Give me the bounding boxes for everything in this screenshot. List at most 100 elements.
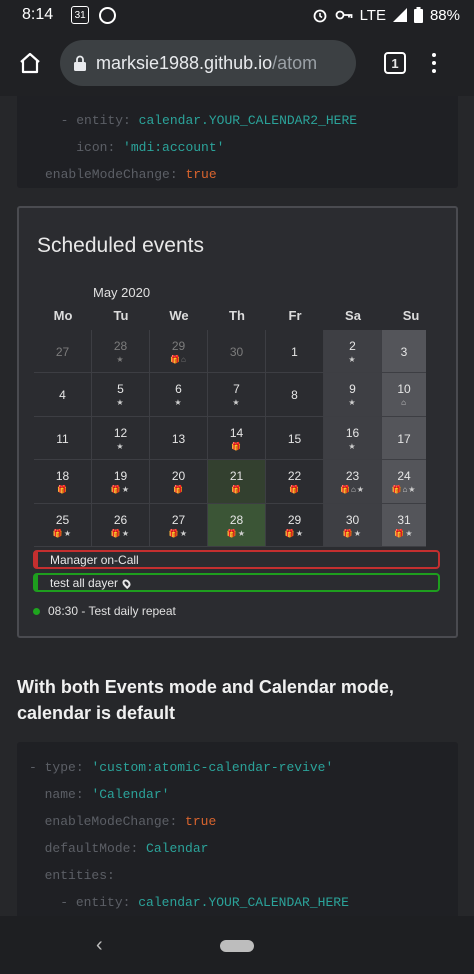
calendar-day-cell[interactable]: 24 🎁⌂★	[382, 460, 426, 504]
address-bar[interactable]: marksie1988.github.io/atom	[60, 40, 356, 86]
event-test-all-dayer[interactable]: test all dayer	[33, 573, 440, 592]
vpn-key-icon	[335, 10, 352, 20]
calendar-day-cell[interactable]: 16 ★	[324, 416, 382, 461]
event-icons: ★	[348, 398, 357, 408]
calendar-day-cell[interactable]: 18 🎁	[34, 460, 92, 504]
event-daily-repeat[interactable]: 08:30 - Test daily repeat	[33, 604, 176, 618]
calendar-day-cell[interactable]: 19 🎁★	[92, 460, 150, 504]
day-number: 28	[229, 512, 244, 527]
calendar-day-cell[interactable]: 5 ★	[92, 373, 150, 417]
calendar-day-cell[interactable]: 30	[208, 330, 266, 374]
calendar-day-cell[interactable]: 2 ★	[324, 330, 382, 374]
day-number: 30	[345, 512, 360, 527]
event-icons: 🎁★	[342, 528, 363, 538]
calendar-day-cell[interactable]: 12 ★	[92, 416, 150, 461]
event-icons: ★	[174, 398, 183, 408]
event-dot	[33, 607, 40, 615]
calendar-day-cell[interactable]: 28 ★	[92, 330, 150, 374]
overflow-menu-button[interactable]	[432, 53, 436, 73]
event-icons: ★	[116, 355, 125, 364]
day-number: 24	[397, 469, 411, 484]
system-nav-bar: ‹	[0, 916, 474, 974]
calendar-day-cell[interactable]: 14 🎁	[208, 416, 266, 461]
event-icons: 🎁	[231, 441, 242, 451]
code-line: enableModeChange: true	[45, 167, 217, 182]
calendar-day-cell[interactable]: 8	[266, 373, 324, 417]
day-number: 6	[175, 382, 182, 397]
code-block-bottom: - type: 'custom:atomic-calendar-revive' …	[17, 742, 458, 916]
calendar-day-cell[interactable]: 1	[266, 330, 324, 374]
event-icons: ★	[232, 398, 241, 408]
calendar-card: Scheduled events May 2020 Mo Tu We Th Fr Sa Su…	[17, 206, 458, 638]
day-number: 5	[117, 382, 124, 397]
url-domain: marksie1988.github.io	[96, 52, 273, 73]
calendar-day-cell[interactable]: 15	[266, 416, 324, 461]
calendar-day-cell[interactable]: 4	[34, 373, 92, 417]
day-number: 25	[55, 512, 70, 527]
month-label[interactable]: May 2020	[93, 285, 150, 300]
day-number: 21	[229, 469, 244, 484]
event-icons: 🎁	[289, 485, 300, 495]
event-icons: 🎁	[57, 485, 68, 495]
status-bar: 8:14 31 LTE 88%	[0, 0, 474, 30]
tab-switcher-button[interactable]: 1	[384, 52, 406, 74]
event-icons: ★	[348, 355, 357, 364]
event-icons: ★	[116, 441, 125, 451]
event-title: 08:30 - Test daily repeat	[48, 604, 176, 618]
calendar-day-cell[interactable]: 17	[382, 416, 426, 461]
calendar-day-cell[interactable]: 30 🎁★	[324, 503, 382, 547]
event-icons: 🎁⌂	[170, 355, 187, 364]
network-type: LTE	[359, 6, 386, 24]
day-number: 11	[56, 431, 69, 446]
weekday-header: Sa	[345, 308, 361, 323]
calendar-day-cell[interactable]: 6 ★	[150, 373, 208, 417]
calendar-day-cell[interactable]: 23 🎁⌂★	[324, 460, 382, 504]
calendar-day-cell[interactable]: 13	[150, 416, 208, 461]
event-icons: 🎁★	[226, 528, 247, 538]
calendar-day-cell[interactable]: 27 🎁★	[150, 503, 208, 547]
calendar-day-cell[interactable]: 9 ★	[324, 373, 382, 417]
battery-percent: 88%	[429, 6, 460, 24]
day-number: 30	[229, 345, 244, 359]
app-notification-icon	[99, 6, 117, 24]
day-number: 7	[233, 382, 240, 397]
day-number: 26	[113, 512, 128, 527]
calendar-day-cell[interactable]: 20 🎁	[150, 460, 208, 504]
code-line: icon: 'mdi:account'	[76, 140, 225, 155]
page-content: - entity: calendar.YOUR_CALENDAR2_HERE i…	[0, 96, 474, 916]
calendar-day-cell[interactable]: 29 🎁⌂	[150, 330, 208, 374]
calendar-day-cell[interactable]: 28 🎁★	[208, 503, 266, 547]
weekday-header: Th	[229, 308, 245, 323]
calendar-day-cell[interactable]: 3	[382, 330, 426, 374]
event-icons: 🎁	[173, 485, 184, 495]
event-title: Manager on-Call	[50, 553, 139, 567]
code-line: - entity: calendar.YOUR_CALENDAR_HERE	[29, 895, 349, 910]
calendar-day-cell[interactable]: 25 🎁★	[34, 503, 92, 547]
calendar-day-cell[interactable]: 22 🎁	[266, 460, 324, 504]
day-number: 19	[113, 469, 128, 484]
day-number: 2	[349, 339, 356, 353]
calendar-day-cell[interactable]: 7 ★	[208, 373, 266, 417]
day-number: 4	[59, 388, 66, 403]
calendar-grid: 27 28 ★ 29 🎁⌂ 30 1 2 ★ 3 4 5 ★ 6 ★ 7 ★ 8 9 ★ 10 ⌂ 11 12 ★ 13 14 🎁 15…	[34, 330, 441, 547]
code-block-top: - entity: calendar.YOUR_CALENDAR2_HERE i…	[17, 96, 458, 188]
calendar-day-cell[interactable]: 31 🎁★	[382, 503, 426, 547]
weekday-header: Mo	[53, 308, 73, 323]
event-manager-on-call[interactable]: Manager on-Call	[33, 550, 440, 569]
calendar-day-cell[interactable]: 11	[34, 416, 92, 461]
code-line: defaultMode: Calendar	[44, 841, 209, 856]
calendar-day-cell[interactable]: 10 ⌂	[382, 373, 426, 417]
home-gesture-pill[interactable]	[220, 940, 254, 952]
calendar-day-cell[interactable]: 27	[34, 330, 92, 374]
home-button[interactable]	[2, 35, 58, 91]
weekday-header: Su	[402, 308, 420, 323]
battery-icon	[413, 7, 423, 23]
calendar-day-cell[interactable]: 21 🎁	[208, 460, 266, 504]
alarm-icon	[313, 9, 326, 23]
calendar-notification-icon: 31	[71, 6, 90, 24]
day-number: 14	[229, 425, 244, 440]
back-icon[interactable]: ‹	[96, 934, 103, 957]
calendar-day-cell[interactable]: 26 🎁★	[92, 503, 150, 547]
home-icon	[20, 52, 40, 74]
calendar-day-cell[interactable]: 29 🎁★	[266, 503, 324, 547]
